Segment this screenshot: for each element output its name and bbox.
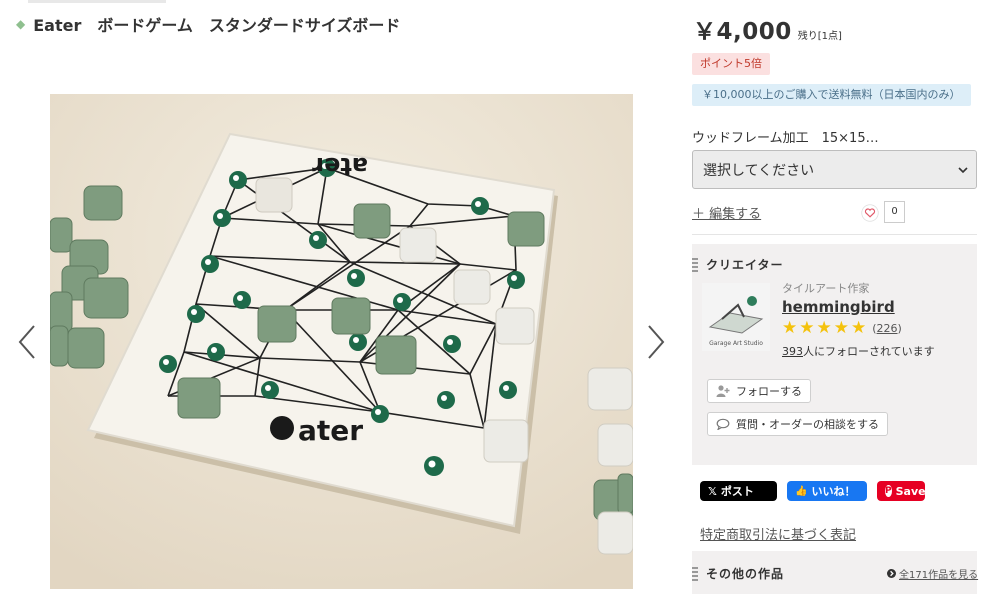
price: ￥4,000 [693,19,792,45]
option-select[interactable]: 選択してください [692,150,977,189]
creator-heading: クリエイター [692,256,784,273]
commerce-law-link[interactable]: 特定商取引法に基づく表記 [700,524,856,543]
avatar[interactable]: Garage Art Studio [702,283,770,351]
board-logo-bottom: ater [298,414,363,447]
creator-type: タイルアート作家 [782,282,870,295]
favorite-button[interactable] [859,203,881,223]
star-icon: ★ [816,318,832,338]
avatar-caption: Garage Art Studio [709,340,763,347]
star-icon: ★ [833,318,849,338]
x-post-button[interactable]: 𝕏 ポスト [700,481,777,501]
star-icon: ★ [782,318,798,338]
hatch-icon [692,257,698,272]
top-divider [28,0,166,3]
star-icon: ★ [799,318,815,338]
followers-text: 393人にフォローされています [782,345,935,358]
creator-avatar-image: Garage Art Studio [702,283,770,351]
chat-bubble-icon [716,418,730,430]
divider [692,234,977,235]
product-image: ater ater [50,94,633,589]
prev-image-button[interactable] [16,322,40,362]
consult-button[interactable]: 質問・オーダーの相談をする [707,412,888,436]
chevron-right-icon [648,325,665,359]
option-select-value: 選択してください [703,162,815,179]
price-row: ￥4,000 残り[1点] [693,12,842,46]
option-label: ウッドフレーム加工 15×15… [692,131,879,146]
follow-button[interactable]: フォローする [707,379,811,403]
diamond-icon: ◆ [16,17,26,31]
chevron-down-icon [958,167,968,174]
creator-name-link[interactable]: hemmingbird [782,298,895,316]
share-buttons: 𝕏 ポスト 👍 いいね！ P Save [700,481,926,501]
review-count[interactable]: (226) [872,322,902,335]
facebook-like-button[interactable]: 👍 いいね！ [787,481,867,501]
next-image-button[interactable] [643,322,667,362]
favorite-count: 0 [884,201,905,223]
arrow-right-circle-icon [887,569,896,578]
title-row: ◆ Eater ボードゲーム スタンダードサイズボード [16,12,400,36]
add-user-icon [716,385,730,397]
heart-icon [861,204,879,222]
chevron-left-icon [18,325,35,359]
x-logo-icon: 𝕏 [708,484,717,498]
followers-count[interactable]: 393 [782,345,803,358]
thumbs-up-icon: 👍 [795,485,808,497]
free-shipping-badge: ￥10,000以上のご購入で送料無料（日本国内のみ） [692,84,971,106]
rating[interactable]: ★ ★ ★ ★ ★ (226) [782,320,902,337]
star-icon: ★ [851,318,867,338]
board-logo-top: ater [312,152,368,180]
hatch-icon [692,566,698,581]
pinterest-logo-icon: P [885,485,892,497]
stock-remaining: 残り[1点] [797,31,842,42]
other-works-heading: その他の作品 [692,565,784,582]
product-page: ◆ Eater ボードゲーム スタンダードサイズボード ater ater ￥4… [0,0,1004,594]
edit-link[interactable]: ＋ 編集する [692,203,761,222]
pinterest-save-button[interactable]: P Save [877,481,926,501]
see-all-works-link[interactable]: 全171作品を見る [887,566,978,581]
product-photo[interactable]: ater ater [50,94,633,589]
points-badge: ポイント5倍 [692,53,770,75]
product-title: Eater ボードゲーム スタンダードサイズボード [33,16,401,35]
